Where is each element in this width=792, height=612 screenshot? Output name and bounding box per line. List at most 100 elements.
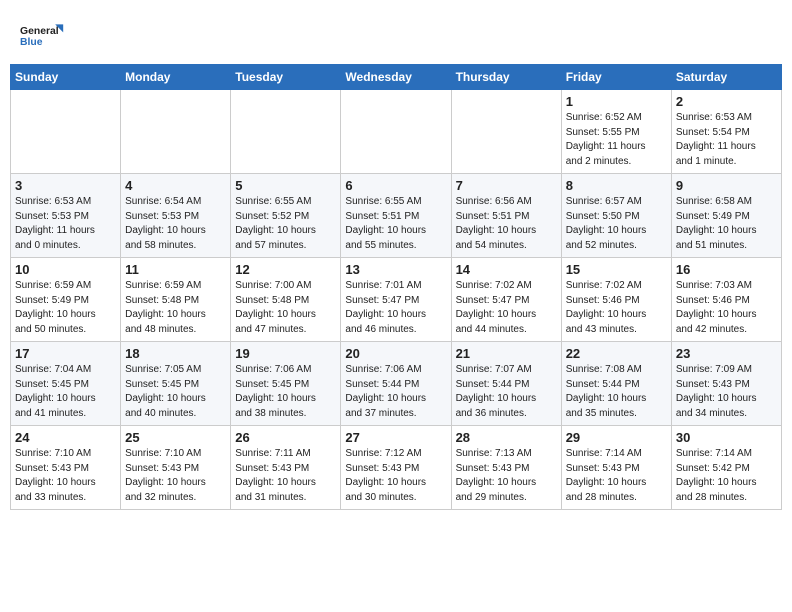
weekday-header-cell: Tuesday [231,65,341,90]
calendar-day-cell: 26 Sunrise: 7:11 AM Sunset: 5:43 PM Dayli… [231,426,341,510]
calendar-day-cell [231,90,341,174]
calendar-day-cell: 12 Sunrise: 7:00 AM Sunset: 5:48 PM Dayli… [231,258,341,342]
calendar-day-cell: 6Sunrise: 6:55 AM Sunset: 5:51 PM Daylig… [341,174,451,258]
weekday-header-cell: Monday [121,65,231,90]
day-number: 7 [456,178,557,193]
calendar-day-cell: 21Sunrise: 7:07 AM Sunset: 5:44 PM Dayli… [451,342,561,426]
calendar-day-cell: 1 Sunrise: 6:52 AM Sunset: 5:55 PM Daylig… [561,90,671,174]
calendar-day-cell: 15Sunrise: 7:02 AM Sunset: 5:46 PM Dayli… [561,258,671,342]
day-info: Sunrise: 6:59 AM Sunset: 5:49 PM Dayligh… [15,279,116,337]
day-info: Sunrise: 7:11 AM Sunset: 5:43 PM Dayligh… [235,447,336,505]
day-info: Sunrise: 6:53 AM Sunset: 5:54 PM Dayligh… [676,111,777,169]
calendar-day-cell [121,90,231,174]
day-number: 10 [15,262,116,277]
day-info: Sunrise: 7:01 AM Sunset: 5:47 PM Dayligh… [345,279,446,337]
weekday-header-cell: Friday [561,65,671,90]
day-info: Sunrise: 6:53 AM Sunset: 5:53 PM Dayligh… [15,195,116,253]
day-info: Sunrise: 7:06 AM Sunset: 5:44 PM Dayligh… [345,363,446,421]
calendar-day-cell: 5Sunrise: 6:55 AM Sunset: 5:52 PM Daylig… [231,174,341,258]
calendar-day-cell: 7 Sunrise: 6:56 AM Sunset: 5:51 PM Daylig… [451,174,561,258]
calendar-day-cell: 18Sunrise: 7:05 AM Sunset: 5:45 PM Dayli… [121,342,231,426]
calendar-week-row: 1 Sunrise: 6:52 AM Sunset: 5:55 PM Daylig… [11,90,782,174]
calendar-day-cell: 14 Sunrise: 7:02 AM Sunset: 5:47 PM Dayli… [451,258,561,342]
day-number: 30 [676,430,777,445]
calendar-day-cell [451,90,561,174]
day-number: 19 [235,346,336,361]
day-info: Sunrise: 7:00 AM Sunset: 5:48 PM Dayligh… [235,279,336,337]
day-number: 8 [566,178,667,193]
day-number: 23 [676,346,777,361]
day-info: Sunrise: 6:54 AM Sunset: 5:53 PM Dayligh… [125,195,226,253]
calendar-week-row: 24 Sunrise: 7:10 AM Sunset: 5:43 PM Dayli… [11,426,782,510]
day-number: 17 [15,346,116,361]
calendar-day-cell: 17 Sunrise: 7:04 AM Sunset: 5:45 PM Dayli… [11,342,121,426]
day-number: 14 [456,262,557,277]
calendar-day-cell: 8 Sunrise: 6:57 AM Sunset: 5:50 PM Daylig… [561,174,671,258]
day-number: 22 [566,346,667,361]
day-info: Sunrise: 6:59 AM Sunset: 5:48 PM Dayligh… [125,279,226,337]
day-info: Sunrise: 7:06 AM Sunset: 5:45 PM Dayligh… [235,363,336,421]
calendar-day-cell [11,90,121,174]
calendar-day-cell: 27 Sunrise: 7:12 AM Sunset: 5:43 PM Dayli… [341,426,451,510]
weekday-header-cell: Thursday [451,65,561,90]
weekday-header-cell: Wednesday [341,65,451,90]
day-number: 1 [566,94,667,109]
day-info: Sunrise: 7:03 AM Sunset: 5:46 PM Dayligh… [676,279,777,337]
day-number: 16 [676,262,777,277]
day-info: Sunrise: 6:58 AM Sunset: 5:49 PM Dayligh… [676,195,777,253]
calendar-week-row: 10 Sunrise: 6:59 AM Sunset: 5:49 PM Dayli… [11,258,782,342]
day-number: 26 [235,430,336,445]
day-number: 20 [345,346,446,361]
day-info: Sunrise: 7:09 AM Sunset: 5:43 PM Dayligh… [676,363,777,421]
day-info: Sunrise: 7:02 AM Sunset: 5:47 PM Dayligh… [456,279,557,337]
calendar-day-cell: 11 Sunrise: 6:59 AM Sunset: 5:48 PM Dayli… [121,258,231,342]
calendar-day-cell: 4 Sunrise: 6:54 AM Sunset: 5:53 PM Daylig… [121,174,231,258]
svg-text:General: General [20,26,59,37]
day-info: Sunrise: 7:08 AM Sunset: 5:44 PM Dayligh… [566,363,667,421]
day-number: 12 [235,262,336,277]
day-info: Sunrise: 7:07 AM Sunset: 5:44 PM Dayligh… [456,363,557,421]
day-info: Sunrise: 7:10 AM Sunset: 5:43 PM Dayligh… [125,447,226,505]
weekday-header-row: SundayMondayTuesdayWednesdayThursdayFrid… [11,65,782,90]
day-number: 2 [676,94,777,109]
day-info: Sunrise: 7:13 AM Sunset: 5:43 PM Dayligh… [456,447,557,505]
calendar-day-cell: 24 Sunrise: 7:10 AM Sunset: 5:43 PM Dayli… [11,426,121,510]
day-number: 27 [345,430,446,445]
calendar-day-cell: 3 Sunrise: 6:53 AM Sunset: 5:53 PM Daylig… [11,174,121,258]
day-number: 4 [125,178,226,193]
day-number: 5 [235,178,336,193]
day-info: Sunrise: 7:12 AM Sunset: 5:43 PM Dayligh… [345,447,446,505]
calendar-table: SundayMondayTuesdayWednesdayThursdayFrid… [10,64,782,510]
day-info: Sunrise: 6:55 AM Sunset: 5:51 PM Dayligh… [345,195,446,253]
day-info: Sunrise: 7:02 AM Sunset: 5:46 PM Dayligh… [566,279,667,337]
day-number: 24 [15,430,116,445]
day-info: Sunrise: 7:04 AM Sunset: 5:45 PM Dayligh… [15,363,116,421]
calendar-day-cell: 13Sunrise: 7:01 AM Sunset: 5:47 PM Dayli… [341,258,451,342]
day-info: Sunrise: 7:05 AM Sunset: 5:45 PM Dayligh… [125,363,226,421]
calendar-week-row: 17 Sunrise: 7:04 AM Sunset: 5:45 PM Dayli… [11,342,782,426]
day-info: Sunrise: 7:14 AM Sunset: 5:43 PM Dayligh… [566,447,667,505]
calendar-body: 1 Sunrise: 6:52 AM Sunset: 5:55 PM Daylig… [11,90,782,510]
day-number: 25 [125,430,226,445]
day-info: Sunrise: 6:57 AM Sunset: 5:50 PM Dayligh… [566,195,667,253]
day-info: Sunrise: 6:52 AM Sunset: 5:55 PM Dayligh… [566,111,667,169]
day-number: 3 [15,178,116,193]
calendar-day-cell: 9 Sunrise: 6:58 AM Sunset: 5:49 PM Daylig… [671,174,781,258]
calendar-week-row: 3 Sunrise: 6:53 AM Sunset: 5:53 PM Daylig… [11,174,782,258]
calendar-day-cell: 29Sunrise: 7:14 AM Sunset: 5:43 PM Dayli… [561,426,671,510]
day-number: 11 [125,262,226,277]
calendar-day-cell: 22 Sunrise: 7:08 AM Sunset: 5:44 PM Dayli… [561,342,671,426]
calendar-day-cell: 23 Sunrise: 7:09 AM Sunset: 5:43 PM Dayli… [671,342,781,426]
weekday-header-cell: Sunday [11,65,121,90]
day-info: Sunrise: 7:14 AM Sunset: 5:42 PM Dayligh… [676,447,777,505]
calendar-day-cell: 16 Sunrise: 7:03 AM Sunset: 5:46 PM Dayli… [671,258,781,342]
day-info: Sunrise: 7:10 AM Sunset: 5:43 PM Dayligh… [15,447,116,505]
calendar-day-cell: 30 Sunrise: 7:14 AM Sunset: 5:42 PM Dayli… [671,426,781,510]
calendar-day-cell: 28Sunrise: 7:13 AM Sunset: 5:43 PM Dayli… [451,426,561,510]
page-header: General Blue [10,10,782,64]
day-info: Sunrise: 6:56 AM Sunset: 5:51 PM Dayligh… [456,195,557,253]
calendar-day-cell: 20 Sunrise: 7:06 AM Sunset: 5:44 PM Dayli… [341,342,451,426]
day-number: 9 [676,178,777,193]
calendar-day-cell: 2 Sunrise: 6:53 AM Sunset: 5:54 PM Daylig… [671,90,781,174]
logo: General Blue [20,18,68,58]
